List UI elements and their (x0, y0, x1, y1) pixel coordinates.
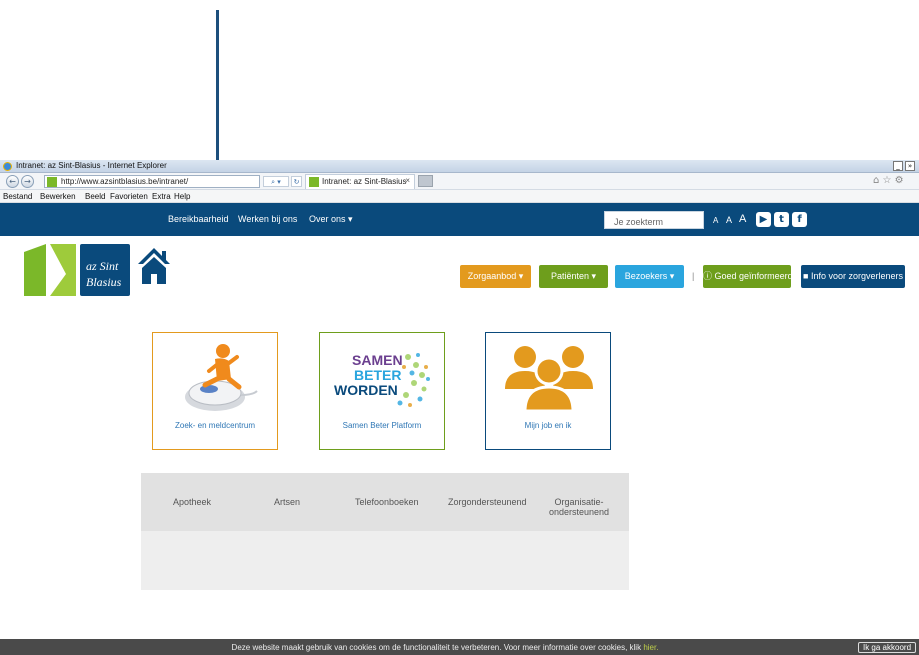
worden-text: WORDEN (334, 382, 398, 398)
goed-geinformeerd-label: Goed geïnformeerd (714, 271, 793, 281)
annotation-line (216, 10, 219, 177)
font-size-large[interactable]: A (739, 213, 746, 225)
search-input[interactable] (604, 211, 704, 229)
tile-label: Zoek- en meldcentrum (174, 421, 256, 430)
back-arrow-icon[interactable]: ← (6, 175, 19, 188)
ie-logo-icon (3, 162, 12, 171)
tab-close-icon[interactable]: × (405, 176, 410, 185)
zorgaanbod-button[interactable]: Zorgaanbod ▾ (460, 265, 531, 288)
camera-icon: ■ (803, 271, 809, 281)
people-group-icon (505, 346, 593, 413)
tile-samen-beter-platform[interactable]: SAMEN BETER WORDEN Samen Beter Platform (319, 332, 445, 450)
tab-title: Intranet: az Sint-Blasius (322, 177, 407, 186)
nav-werken-bij-ons[interactable]: Werken bij ons (238, 214, 297, 224)
font-size-medium[interactable]: A (726, 215, 732, 225)
site-top-nav: Bereikbaarheid Werken bij ons Over ons ▾… (0, 203, 919, 236)
menu-favorieten[interactable]: Favorieten (110, 192, 148, 201)
info-zorgverleners-label: Info voor zorgverleners (810, 271, 903, 281)
menu-extra[interactable]: Extra (152, 192, 171, 201)
tile-zoek-en-meldcentrum[interactable]: Zoek- en meldcentrum (152, 332, 278, 450)
mouse-figure-icon (185, 344, 258, 411)
tile-mijn-job-en-ik[interactable]: Mijn job en ik (485, 332, 611, 450)
info-circle-icon: ⓘ (703, 271, 713, 281)
home-icon[interactable] (136, 246, 172, 286)
quicklink-artsen[interactable]: Artsen (274, 497, 300, 507)
menu-bestand[interactable]: Bestand (3, 192, 32, 201)
new-tab-button[interactable] (418, 175, 433, 187)
window-title: Intranet: az Sint-Blasius - Internet Exp… (16, 161, 167, 170)
patienten-button[interactable]: Patiënten ▾ (539, 265, 608, 288)
tile-label: Mijn job en ik (524, 421, 572, 430)
cookie-text: Deze website maakt gebruik van cookies o… (231, 643, 644, 652)
quicklink-apotheek[interactable]: Apotheek (173, 497, 211, 507)
info-zorgverleners-button[interactable]: ■ Info voor zorgverleners (801, 265, 905, 288)
svg-text:az Sint: az Sint (86, 259, 119, 273)
browser-title-bar: Intranet: az Sint-Blasius - Internet Exp… (0, 160, 919, 173)
quicklinks-row: Apotheek Artsen Telefoonboeken Zorgonder… (141, 473, 629, 531)
facebook-icon[interactable]: f (792, 212, 807, 227)
button-separator: | (692, 271, 695, 281)
quicklink-organisatie-line1: Organisatie- (554, 497, 604, 507)
goed-geinformeerd-button[interactable]: ⓘ Goed geïnformeerd (703, 265, 793, 288)
bezoekers-button[interactable]: Bezoekers ▾ (615, 265, 684, 288)
restore-button[interactable]: » (905, 161, 915, 171)
address-row: ← → http://www.azsintblasius.be/intranet… (0, 173, 919, 190)
forward-arrow-icon[interactable]: → (21, 175, 34, 188)
beter-text: BETER (354, 367, 401, 383)
address-bar[interactable]: http://www.azsintblasius.be/intranet/ (44, 175, 260, 188)
cookie-message: Deze website maakt gebruik van cookies o… (0, 643, 890, 652)
menu-beeld[interactable]: Beeld (85, 192, 105, 201)
browser-tab[interactable]: Intranet: az Sint-Blasius × (305, 174, 415, 189)
youtube-icon[interactable]: ▶ (756, 212, 771, 227)
address-search-button[interactable]: ⌕ ▾ (263, 176, 289, 187)
address-url: http://www.azsintblasius.be/intranet/ (61, 177, 189, 186)
refresh-icon[interactable]: ↻ (291, 176, 302, 187)
nav-bereikbaarheid[interactable]: Bereikbaarheid (168, 214, 229, 224)
svg-text:Blasius: Blasius (86, 275, 122, 289)
quicklinks-panel: Apotheek Artsen Telefoonboeken Zorgonder… (141, 473, 629, 590)
quicklink-organisatie[interactable]: Organisatie- ondersteunend (539, 497, 619, 517)
home-star-gear-icons[interactable]: ⌂ ☆ ⚙ (873, 175, 904, 186)
menu-bar: Bestand Bewerken Beeld Favorieten Extra … (0, 190, 919, 203)
menu-help[interactable]: Help (174, 192, 190, 201)
menu-bewerken[interactable]: Bewerken (40, 192, 76, 201)
site-favicon-icon (47, 177, 57, 187)
samen-beter-worden-logo: SAMEN BETER WORDEN (334, 352, 430, 407)
tab-favicon-icon (309, 177, 319, 187)
font-size-small[interactable]: A (713, 216, 718, 225)
quicklink-organisatie-line2: ondersteunend (548, 507, 610, 517)
az-sint-blasius-logo[interactable]: az Sint Blasius (24, 244, 130, 296)
nav-over-ons[interactable]: Over ons ▾ (309, 214, 353, 225)
cookie-accept-button[interactable]: Ik ga akkoord (858, 642, 916, 653)
quicklink-telefoonboeken[interactable]: Telefoonboeken (355, 497, 419, 507)
minimize-button[interactable]: _ (893, 161, 903, 171)
quicklink-zorgondersteunend[interactable]: Zorgondersteunend (448, 497, 527, 507)
twitter-icon[interactable]: t (774, 212, 789, 227)
cookie-link[interactable]: hier. (643, 643, 658, 652)
tile-label: Samen Beter Platform (342, 421, 422, 430)
cookie-bar: Deze website maakt gebruik van cookies o… (0, 639, 919, 655)
samen-text: SAMEN (352, 352, 403, 368)
